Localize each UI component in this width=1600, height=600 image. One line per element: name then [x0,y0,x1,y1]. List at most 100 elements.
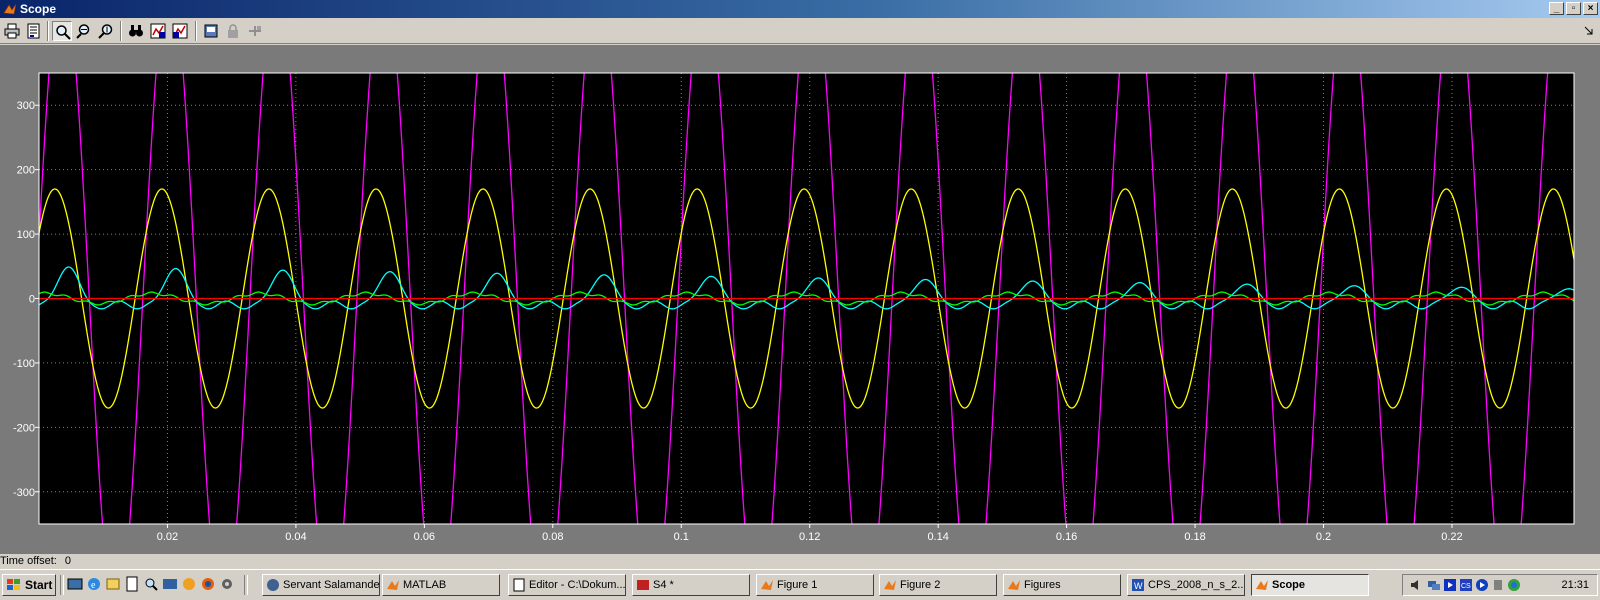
zoom-y-icon [98,24,113,39]
close-button[interactable]: × [1583,2,1598,15]
simulink-icon [637,580,649,590]
task-label: Servant Salamander [283,579,380,591]
task-scope[interactable]: Scope [1251,574,1369,596]
parameters-icon [27,23,40,39]
task-editor[interactable]: Editor - C:\Dokum... [508,574,626,596]
media-icon[interactable] [162,576,178,592]
system-tray: CS 21:31 [1402,574,1598,596]
print-icon [4,23,20,39]
x-tick-label: 0.08 [542,531,563,543]
play-icon[interactable] [1475,578,1489,592]
matlab-icon [884,580,896,590]
search-icon[interactable] [143,576,159,592]
time-offset-value: 0 [64,555,71,567]
word-document-icon: W [1132,579,1144,591]
start-label: Start [25,578,53,592]
task-matlab[interactable]: MATLAB [382,574,500,596]
matlab-icon [761,580,773,590]
safely-remove-icon[interactable] [1491,578,1505,592]
scope-toolbar [0,18,1600,44]
x-tick-label: 0.2 [1316,531,1331,543]
outlook-icon[interactable] [105,576,121,592]
time-offset-label: Time offset: [0,555,57,567]
notepad-icon[interactable] [124,576,140,592]
settings-icon[interactable] [219,576,235,592]
editor-icon [513,578,525,592]
x-tick-label: 0.02 [157,531,178,543]
task-servant-salamander[interactable]: Servant Salamander [262,574,380,596]
zoom-icon [56,25,71,40]
task-label: CPS_2008_n_s_2... [1148,579,1245,591]
task-label: Figures [1024,579,1061,591]
window-title: Scope [20,2,57,16]
autoscale-button[interactable] [126,21,146,41]
task-cps-document[interactable]: W CPS_2008_n_s_2... [1127,574,1245,596]
save-axes-settings-icon [150,23,166,39]
media-player-tray-icon[interactable] [1443,578,1457,592]
x-tick-label: 0.18 [1184,531,1205,543]
start-button[interactable]: Start [2,574,56,596]
print-button[interactable] [2,21,22,41]
task-figure-1[interactable]: Figure 1 [756,574,874,596]
restore-axes-settings-icon [172,23,188,39]
maximize-button[interactable]: ▫ [1566,2,1581,15]
minimize-button[interactable]: _ [1549,2,1564,15]
task-figures[interactable]: Figures [1003,574,1121,596]
signal-selection-icon [249,26,261,36]
svg-text:e: e [91,580,96,591]
y-tick-label: 0 [29,294,35,306]
y-tick-label: 100 [17,229,35,241]
lock-axes-button[interactable] [223,21,243,41]
x-tick-label: 0.16 [1056,531,1077,543]
globe-icon[interactable] [1507,578,1521,592]
task-label: Figure 2 [900,579,941,591]
matlab-icon [1008,580,1020,590]
x-tick-label: 0.14 [927,531,948,543]
firefox-icon[interactable] [200,576,216,592]
zoom-y-button[interactable] [96,21,116,41]
task-label: MATLAB [403,579,447,591]
clock: 21:31 [1561,579,1589,591]
task-label: Scope [1272,579,1306,591]
zoom-x-button[interactable] [74,21,94,41]
player-icon[interactable] [181,576,197,592]
svg-text:CS: CS [1461,583,1471,590]
floating-scope-button[interactable] [201,21,221,41]
volume-icon[interactable] [1409,578,1423,592]
x-tick-label: 0.06 [414,531,435,543]
matlab-icon [387,580,399,590]
y-tick-label: 200 [17,165,35,177]
scope-plot[interactable]: 0.02 0.04 0.06 0.08 0.1 0.12 0.14 0.16 0.18 0.2 0.… [0,45,1600,555]
cs-icon[interactable]: CS [1459,578,1473,592]
show-desktop-icon[interactable] [67,576,83,592]
network-icon[interactable] [1427,578,1441,592]
svg-text:W: W [1134,581,1143,591]
save-axes-settings-button[interactable] [148,21,168,41]
x-tick-label: 0.04 [285,531,306,543]
task-s4[interactable]: S4 * [632,574,750,596]
zoom-button[interactable] [52,21,72,41]
lock-icon [228,24,238,38]
resize-arrow-icon [1584,26,1593,35]
zoom-x-icon [76,24,90,39]
parameters-button[interactable] [24,21,44,41]
x-tick-label: 0.1 [674,531,689,543]
restore-axes-settings-button[interactable] [170,21,190,41]
y-tick-label: -300 [13,487,35,499]
time-offset-bar: Time offset: 0 [0,554,1600,568]
scope-display: 0.02 0.04 0.06 0.08 0.1 0.12 0.14 0.16 0.18 0.2 0.… [0,45,1600,555]
internet-explorer-icon[interactable]: e [86,576,102,592]
window-titlebar: Scope _ ▫ × [0,0,1600,18]
task-label: Figure 1 [777,579,818,591]
y-tick-label: 300 [17,100,35,112]
x-tick-label: 0.22 [1441,531,1462,543]
autoscale-icon [129,25,143,37]
signal-selection-button[interactable] [245,21,265,41]
windows-logo-icon [7,579,20,590]
salamander-icon [267,579,279,591]
taskbar: Start e Servant Salamander MATLAB Editor… [0,569,1600,600]
y-tick-label: -200 [13,422,35,434]
matlab-icon [1256,580,1268,590]
task-figure-2[interactable]: Figure 2 [879,574,997,596]
matlab-icon [3,3,17,15]
